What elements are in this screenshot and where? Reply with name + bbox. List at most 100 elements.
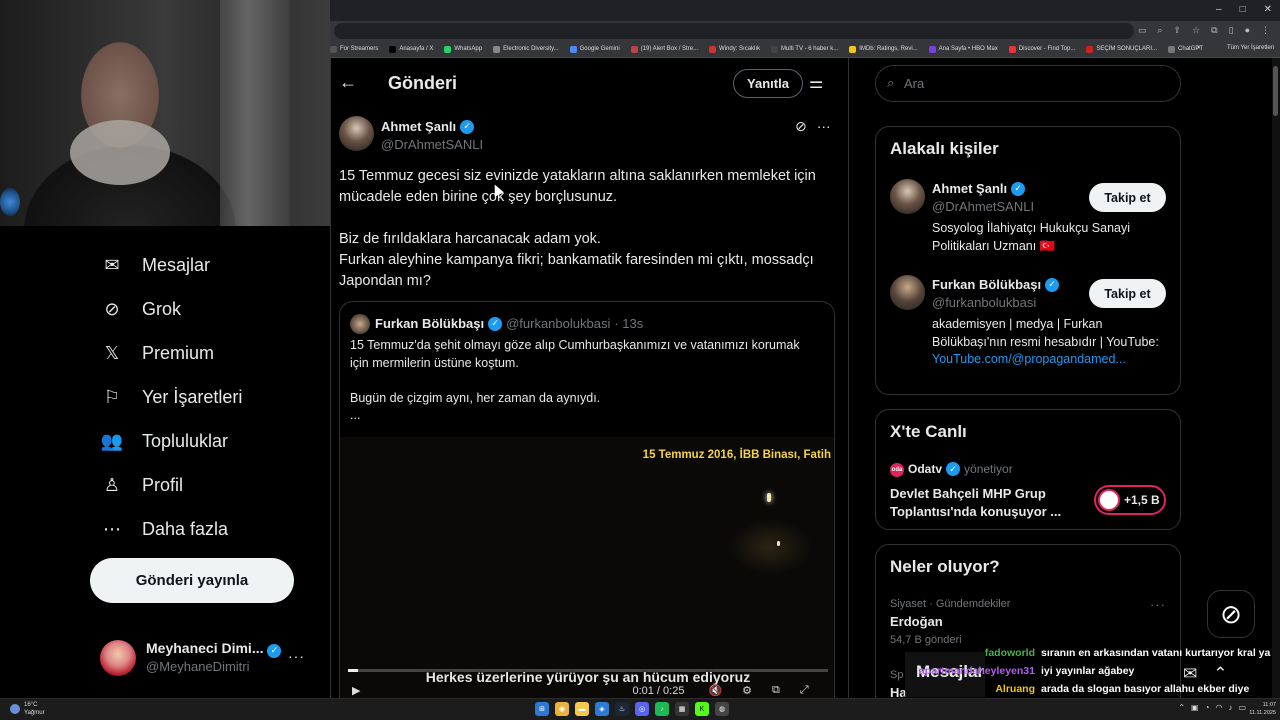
fullscreen-icon[interactable]: ⤢ — [800, 684, 809, 697]
extensions-icon[interactable]: ⧉ — [1211, 25, 1217, 36]
minimize-button[interactable]: – — [1216, 4, 1222, 15]
discord-icon[interactable]: ◎ — [635, 702, 649, 716]
trend-name[interactable]: Erdoğan — [890, 614, 943, 629]
reply-button[interactable]: Yanıtla — [733, 69, 803, 98]
address-bar[interactable] — [334, 23, 1134, 39]
follow-button[interactable]: Takip et — [1089, 183, 1166, 212]
bookmark-item[interactable]: For Streamers — [330, 45, 378, 53]
steam-icon[interactable]: ♨ — [615, 702, 629, 716]
tray-icon[interactable]: ▣ — [1191, 703, 1199, 712]
person-avatar[interactable] — [890, 275, 925, 310]
author-handle[interactable]: @DrAhmetSANLI — [381, 137, 483, 152]
bookmark-favicon-icon — [630, 45, 638, 53]
person-handle[interactable]: @DrAhmetSANLI — [932, 199, 1034, 214]
folder-icon[interactable]: ▬ — [575, 702, 589, 716]
app-icon[interactable]: ▦ — [675, 702, 689, 716]
back-arrow-icon[interactable]: ← — [339, 72, 359, 92]
all-bookmarks[interactable]: » Tüm Yer İşaretleri — [1197, 45, 1274, 51]
follow-button[interactable]: Takip et — [1089, 279, 1166, 308]
quote-avatar — [350, 314, 370, 334]
sidebar-icon[interactable]: ▯ — [1229, 25, 1234, 36]
person-name-text[interactable]: Ahmet Şanlı — [932, 181, 1007, 196]
more-icon[interactable]: ··· — [817, 118, 831, 135]
person-name-text[interactable]: Furkan Bölükbaşı — [932, 277, 1041, 292]
chrome-icon[interactable]: ◉ — [555, 702, 569, 716]
author-name-text[interactable]: Ahmet Şanlı — [381, 119, 456, 134]
bookmark-item[interactable]: Discover - Find Top... — [1008, 45, 1075, 53]
profile-browser-icon[interactable]: ● — [1245, 25, 1250, 36]
volume-icon[interactable]: ♪ — [1228, 703, 1232, 712]
settings-icon[interactable]: ⚙ — [742, 684, 752, 697]
grok-icon[interactable]: ⊘ — [795, 118, 807, 135]
author-name[interactable]: Ahmet Şanlı ✓ — [381, 119, 475, 134]
kick-icon[interactable]: K — [695, 702, 709, 716]
bookmark-item[interactable]: Ana Sayfa • HBO Max — [928, 45, 998, 53]
nav-item-topluluklar[interactable]: 👥 Topluluklar — [100, 429, 228, 453]
author-avatar[interactable] — [339, 116, 374, 151]
cast-icon[interactable]: ▭ — [1138, 25, 1147, 36]
tray-arrow-icon[interactable]: ⌃ — [1178, 703, 1185, 712]
bookmark-item[interactable]: IMDb: Ratings, Revi... — [849, 45, 918, 53]
spotify-icon[interactable]: ♪ — [655, 702, 669, 716]
star-icon[interactable]: ☆ — [1192, 25, 1200, 36]
app-icon[interactable]: ◈ — [595, 702, 609, 716]
sliders-icon[interactable]: ⚌ — [809, 73, 829, 93]
nav-item-grok[interactable]: ⊘ Grok — [100, 297, 181, 321]
menu-icon[interactable]: ⋮ — [1261, 25, 1270, 36]
nav-item-mesajlar[interactable]: ✉ Mesajlar — [100, 253, 210, 277]
more-icon[interactable]: ··· — [1150, 597, 1166, 612]
video-player[interactable]: 15 Temmuz 2016, İBB Binası, Fatih Herkes… — [340, 437, 834, 698]
nav-item-yer-i̇şaretleri[interactable]: ⚐ Yer İşaretleri — [100, 385, 242, 409]
person-link[interactable]: YouTube.com/@propagandamed... — [932, 352, 1126, 366]
battery-icon[interactable]: ▭ — [1238, 703, 1246, 712]
nav-item-profil[interactable]: ♙ Profil — [100, 473, 183, 497]
scrollbar-thumb[interactable] — [1273, 66, 1278, 116]
quoted-post[interactable]: Furkan Bölükbaşı ✓ @furkanbolukbasi · 13… — [339, 301, 835, 698]
more-icon[interactable]: ··· — [288, 648, 305, 664]
scrollbar[interactable] — [1272, 58, 1280, 698]
bookmarks-overflow[interactable]: » — [1197, 45, 1200, 51]
bookmark-item[interactable]: SEÇİM SONUÇLARI... — [1086, 45, 1157, 53]
post-actions: ⊘ ··· — [795, 118, 831, 135]
nav-item-daha-fazla[interactable]: ⋯ Daha fazla — [100, 517, 228, 541]
bookmark-item[interactable]: Windy: Sıcaklık — [709, 45, 760, 53]
verified-icon: ✓ — [267, 643, 282, 658]
tray-icon[interactable]: ◔ — [1205, 703, 1210, 712]
network-icon[interactable]: ◠ — [1215, 703, 1222, 712]
play-icon[interactable]: ▶ — [352, 684, 360, 697]
search-input[interactable]: ⌕ Ara — [875, 65, 1181, 102]
quote-author: Furkan Bölükbaşı ✓ @furkanbolukbasi · 13… — [375, 316, 643, 331]
person-name[interactable]: Ahmet Şanlı ✓ — [932, 181, 1026, 196]
account-switcher[interactable]: Meyhaneci Dimi... ✓ @MeyhaneDimitri ··· — [100, 636, 315, 680]
bookmark-item[interactable]: WhatsApp — [444, 45, 483, 53]
new-message-icon[interactable]: ✉ — [1183, 664, 1197, 684]
bookmark-item[interactable]: Google Gemini — [569, 45, 620, 53]
expand-icon[interactable]: ⌃ — [1213, 664, 1227, 684]
chat-text: iyi yayınlar ağabey — [1041, 665, 1135, 677]
bookmark-label: WhatsApp — [454, 46, 483, 52]
maximize-button[interactable]: □ — [1240, 4, 1246, 15]
start-icon[interactable]: ⊞ — [535, 702, 549, 716]
bookmark-item[interactable]: Electronic Diversity... — [493, 45, 559, 53]
post-button[interactable]: Gönderi yayınla — [90, 558, 294, 603]
live-host-role: yönetiyor — [964, 462, 1013, 476]
bookmark-item[interactable]: Anasayfa / X — [389, 45, 433, 53]
live-stream-title[interactable]: Devlet Bahçeli MHP Grup Toplantısı'nda k… — [890, 485, 1080, 520]
zoom-icon[interactable]: ⌕ — [1158, 25, 1163, 36]
weather-widget[interactable]: 16°C Yağmur — [10, 701, 45, 717]
app-icon[interactable]: ◍ — [715, 702, 729, 716]
pip-icon[interactable]: ⧉ — [772, 684, 780, 697]
bookmark-item[interactable]: (19) Alert Box / Stre... — [630, 45, 698, 53]
share-icon[interactable]: ⇪ — [1174, 25, 1182, 36]
grok-button[interactable]: ⊘ — [1207, 590, 1255, 638]
person-avatar[interactable] — [890, 179, 925, 214]
live-listeners-badge[interactable]: +1,5 B — [1094, 485, 1166, 515]
chat-username: apartmandaheyleyen31 — [918, 665, 1035, 677]
person-handle[interactable]: @furkanbolukbasi — [932, 295, 1036, 310]
close-window-button[interactable]: ✕ — [1264, 4, 1272, 15]
nav-item-premium[interactable]: 𝕏 Premium — [100, 341, 214, 365]
volume-icon[interactable]: 🔇 — [708, 684, 722, 697]
clock[interactable]: 11:07 11.11.2025 — [1249, 701, 1276, 717]
bookmark-item[interactable]: Multi TV - 6 haber k... — [771, 45, 838, 53]
person-name[interactable]: Furkan Bölükbaşı ✓ — [932, 277, 1060, 292]
